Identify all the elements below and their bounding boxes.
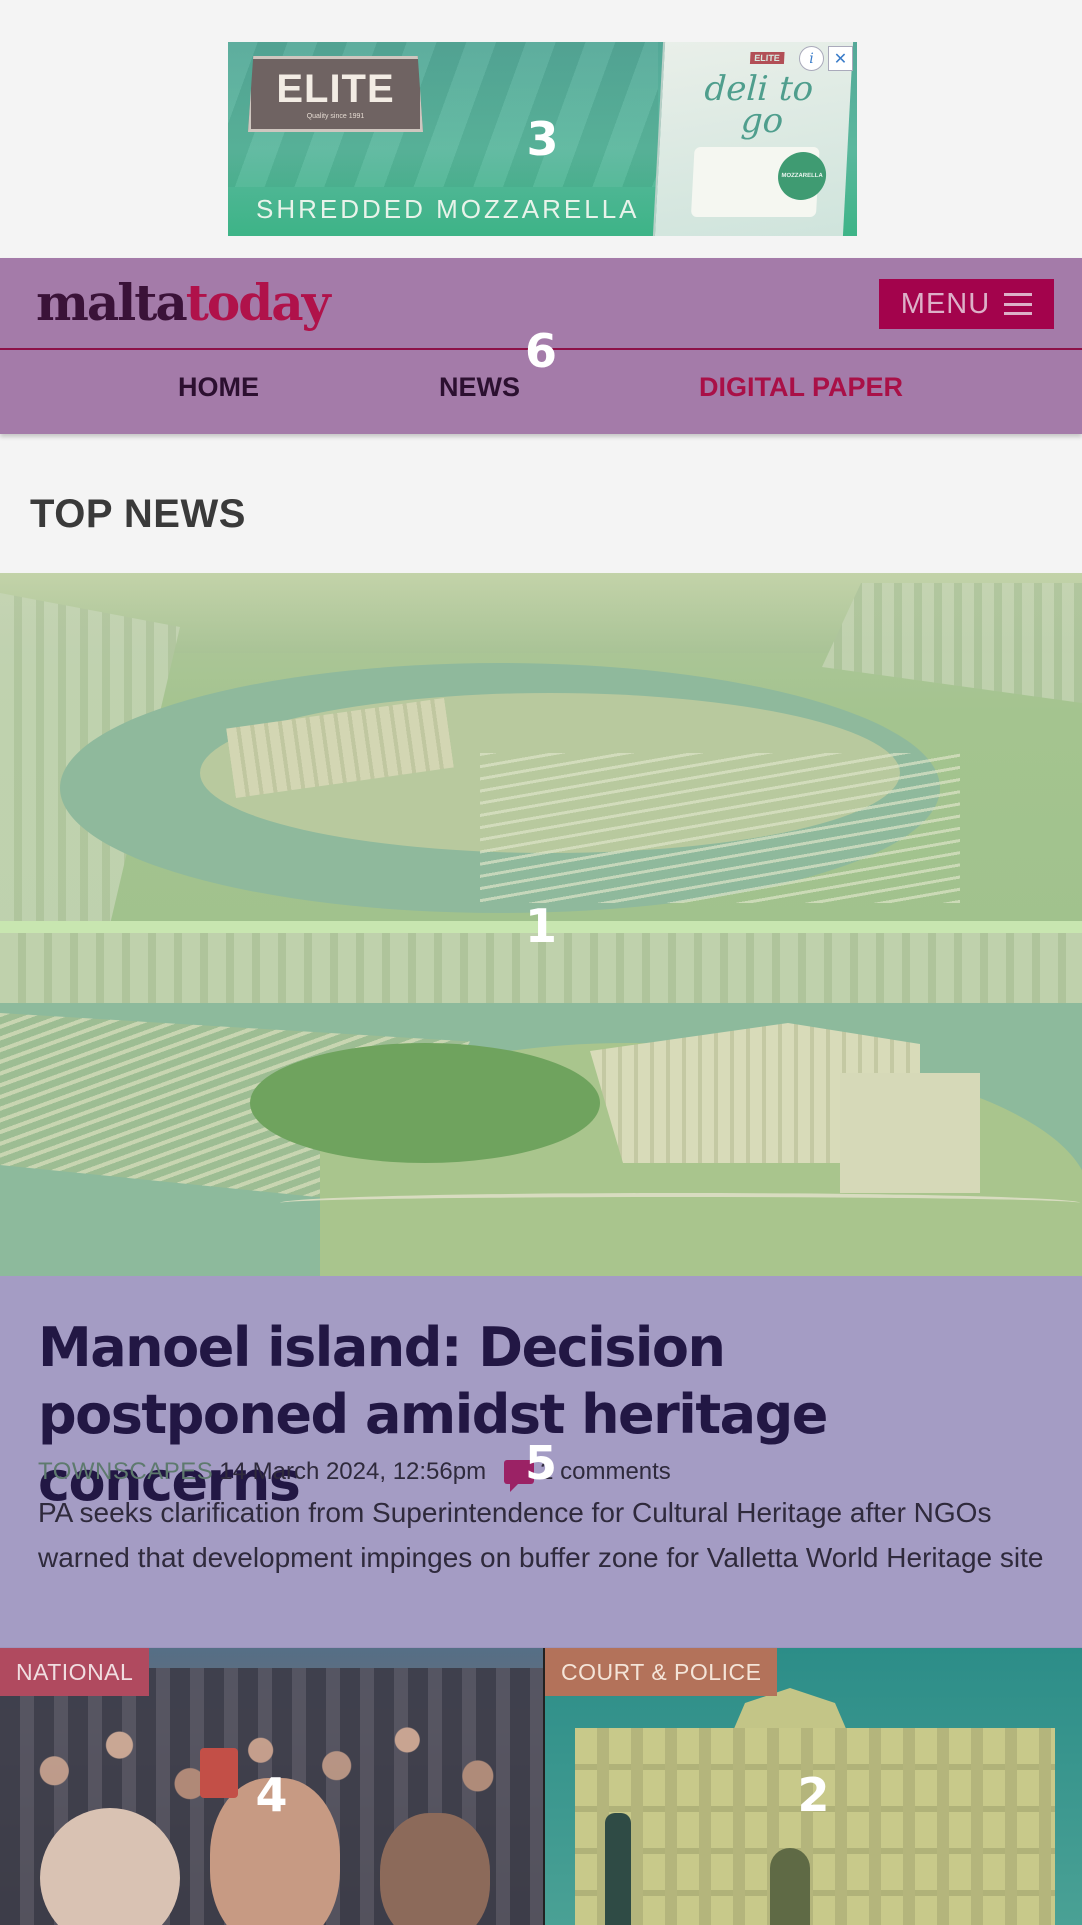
hero-trees (250, 1043, 600, 1163)
logo-text-today: today (185, 273, 331, 332)
hero-road (280, 1193, 1080, 1213)
palace-door (770, 1848, 810, 1925)
category-tag-national[interactable]: NATIONAL (0, 1648, 150, 1696)
category-tag-court-police[interactable]: COURT & POLICE (545, 1648, 778, 1696)
comments-count: 2 comments (540, 1458, 671, 1485)
story-card-national[interactable]: NATIONAL 4 (0, 1648, 543, 1925)
site-logo[interactable]: malta today (36, 273, 331, 332)
palace-statue (605, 1813, 631, 1925)
crowd-figure (380, 1813, 490, 1925)
page: ELITE Quality since 1991 ELITE deli to g… (0, 0, 1082, 1925)
article-meta: TOWNSCAPES 14 March 2024, 12:56pm 2 comm… (38, 1458, 671, 1492)
hero-building-end (840, 1073, 980, 1193)
hero-town-right (822, 583, 1082, 703)
article-summary: PA seeks clarification from Superintende… (38, 1497, 1044, 1573)
logo-text-malta: malta (36, 273, 188, 332)
hero-marker-number: 1 (524, 899, 557, 953)
card-marker-number: 2 (797, 1768, 830, 1822)
card-marker-number: 4 (255, 1768, 288, 1822)
hero-marina-upper (480, 753, 960, 903)
article-category[interactable]: TOWNSCAPES (38, 1458, 213, 1486)
advertisement-banner[interactable]: ELITE Quality since 1991 ELITE deli to g… (228, 42, 857, 236)
hero-image[interactable]: 1 (0, 573, 1082, 1276)
story-card-court-police[interactable]: COURT & POLICE 2 (545, 1648, 1082, 1925)
card-image-palace (575, 1728, 1055, 1925)
article-date: 14 March 2024, 12:56pm (219, 1458, 487, 1485)
section-title-top-news: TOP NEWS (30, 492, 246, 536)
header-marker-number: 6 (524, 324, 557, 378)
ad-pack-brand: ELITE (749, 52, 785, 64)
ad-tagline: SHREDDED MOZZARELLA (256, 194, 640, 224)
article-comments[interactable]: 2 comments (504, 1458, 671, 1492)
ad-close-icon[interactable]: ✕ (828, 46, 853, 71)
menu-button[interactable]: MENU (879, 279, 1054, 329)
lead-article: Manoel island: Decision postponed amidst… (0, 1276, 1082, 1648)
ad-marker-number: 3 (526, 112, 559, 166)
ad-brand-text: ELITE (276, 66, 395, 111)
comment-icon (504, 1460, 535, 1492)
ad-info-icon[interactable]: i (799, 46, 824, 71)
hamburger-icon (1004, 293, 1033, 315)
menu-button-label: MENU (900, 287, 991, 320)
site-header: malta today MENU HOME NEWS DIGITAL PAPER… (0, 258, 1082, 434)
